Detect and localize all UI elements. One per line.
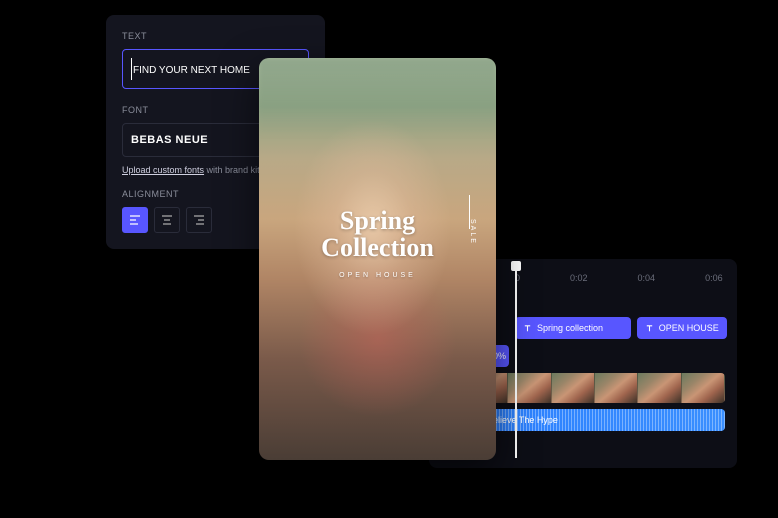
video-thumbnail [595, 373, 638, 403]
align-right-icon [193, 214, 205, 226]
align-center-button[interactable] [154, 207, 180, 233]
text-clip-openhouse[interactable]: OPEN HOUSE [637, 317, 727, 339]
ruler-tick: 0:04 [638, 273, 656, 283]
align-left-button[interactable] [122, 207, 148, 233]
text-track-row: Spring collection OPEN HOUSE [461, 317, 727, 339]
text-icon [523, 324, 532, 333]
align-right-button[interactable] [186, 207, 212, 233]
text-clip-spring[interactable]: Spring collection [515, 317, 631, 339]
video-track[interactable] [465, 373, 725, 403]
video-preview[interactable]: SALE SpringCollection OPEN HOUSE [259, 58, 496, 460]
video-thumbnail [682, 373, 725, 403]
align-left-icon [129, 214, 141, 226]
ruler-tick: 0:06 [705, 273, 723, 283]
video-thumbnail [638, 373, 681, 403]
audio-clip[interactable]: Believe The Hype [465, 409, 725, 431]
preview-text-overlay: SpringCollection OPEN HOUSE [321, 207, 434, 279]
ruler-tick: 0:02 [570, 273, 588, 283]
preview-title: SpringCollection [321, 207, 434, 262]
preview-subtitle: OPEN HOUSE [321, 272, 434, 279]
align-center-icon [161, 214, 173, 226]
zoom-track-row: 100% [461, 345, 727, 367]
text-section-label: TEXT [122, 31, 309, 41]
text-icon [645, 324, 654, 333]
preview-side-text: SALE [469, 219, 476, 245]
video-thumbnail [552, 373, 595, 403]
playhead[interactable] [515, 263, 517, 458]
